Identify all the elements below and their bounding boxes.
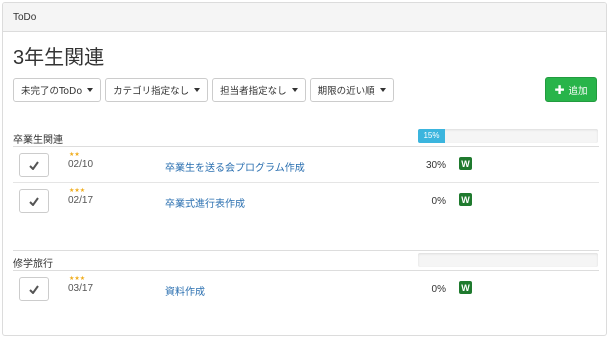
- word-document-icon[interactable]: W: [459, 193, 472, 206]
- caret-down-icon: [87, 88, 94, 92]
- plus-icon: ✚: [554, 82, 565, 97]
- task-title-link[interactable]: 卒業生を送る会プログラム作成: [165, 159, 305, 174]
- group-progress-bar: [418, 253, 598, 267]
- caret-down-icon: [194, 88, 201, 92]
- caret-down-icon: [291, 88, 298, 92]
- priority-stars-icon: ★★: [69, 152, 80, 158]
- word-document-icon[interactable]: W: [459, 281, 472, 294]
- sort-order-dropdown[interactable]: 期限の近い順: [309, 78, 394, 102]
- panel-heading: ToDo: [3, 3, 606, 32]
- todo-group: 卒業生関連 15% ★★ 02/10 卒業生を送る会プログラム作成 30% W …: [13, 127, 599, 219]
- checkmark-icon: [29, 196, 39, 206]
- task-progress-percent: 30%: [425, 160, 446, 171]
- category-filter-label: カテゴリ指定なし: [113, 86, 190, 97]
- task-progress-percent: 0%: [431, 284, 446, 295]
- add-todo-button[interactable]: ✚ 追加: [545, 77, 597, 102]
- priority-stars-icon: ★★★: [69, 188, 86, 194]
- group-title: 卒業生関連: [13, 135, 63, 146]
- caret-down-icon: [379, 88, 386, 92]
- complete-task-button[interactable]: [19, 277, 49, 301]
- todo-group: 修学旅行 ★★★ 03/17 資料作成 0% W: [13, 250, 599, 307]
- task-due-date: 02/17: [68, 195, 94, 206]
- filter-bar: 未完了のToDo カテゴリ指定なし 担当者指定なし 期限の近い順: [13, 78, 394, 102]
- task-row: ★★★ 02/17 卒業式進行表作成 0% W: [13, 183, 599, 219]
- task-progress-percent: 0%: [431, 196, 446, 207]
- page-title: 3年生関連: [13, 47, 105, 69]
- todo-panel: ToDo 3年生関連 未完了のToDo カテゴリ指定なし 担当者指定なし 期限の…: [2, 2, 607, 336]
- group-header: 修学旅行: [13, 251, 599, 271]
- task-row: ★★ 02/10 卒業生を送る会プログラム作成 30% W: [13, 147, 599, 183]
- word-document-icon[interactable]: W: [459, 157, 472, 170]
- priority-stars-icon: ★★★: [69, 276, 86, 282]
- group-progress-bar: 15%: [418, 129, 598, 143]
- complete-task-button[interactable]: [19, 189, 49, 213]
- task-row: ★★★ 03/17 資料作成 0% W: [13, 271, 599, 307]
- category-filter-dropdown[interactable]: カテゴリ指定なし: [105, 78, 209, 102]
- assignee-filter-label: 担当者指定なし: [220, 86, 287, 97]
- group-progress-fill: 15%: [418, 129, 445, 143]
- status-filter-label: 未完了のToDo: [21, 86, 83, 97]
- add-button-label: 追加: [568, 85, 588, 97]
- complete-task-button[interactable]: [19, 153, 49, 177]
- assignee-filter-dropdown[interactable]: 担当者指定なし: [212, 78, 306, 102]
- group-title: 修学旅行: [13, 259, 53, 270]
- sort-order-label: 期限の近い順: [317, 86, 375, 97]
- task-due-date: 03/17: [68, 283, 94, 294]
- task-title-link[interactable]: 卒業式進行表作成: [165, 195, 245, 210]
- status-filter-dropdown[interactable]: 未完了のToDo: [13, 78, 102, 102]
- task-due-date: 02/10: [68, 159, 94, 170]
- checkmark-icon: [29, 160, 39, 170]
- group-header: 卒業生関連 15%: [13, 127, 599, 147]
- task-title-link[interactable]: 資料作成: [165, 283, 205, 298]
- checkmark-icon: [29, 284, 39, 294]
